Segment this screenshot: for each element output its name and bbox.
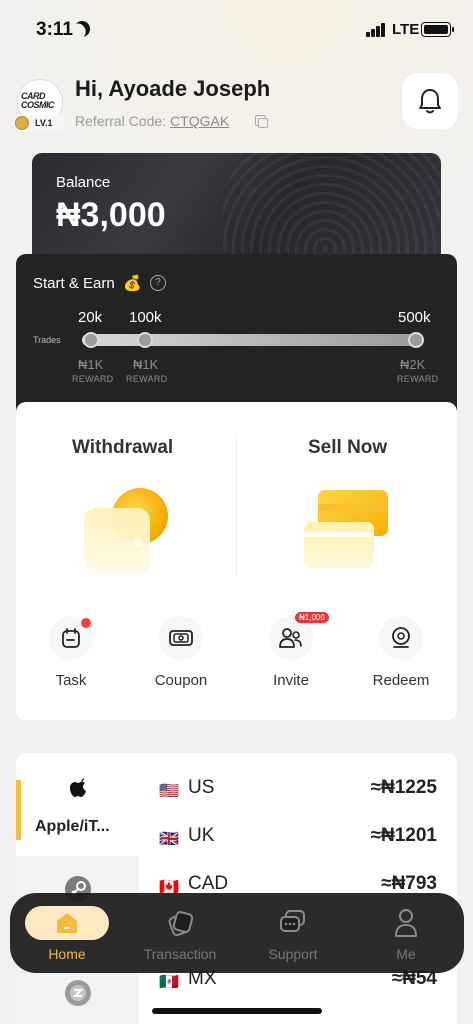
flag-ca-icon: 🇨🇦 [159,879,179,893]
gift-card-icon[interactable] [58,973,98,1013]
rates-card: Apple/iT... 🇺🇸 US ≈₦1225 🇬🇧 UK ≈₦1201 🇨🇦… [16,753,457,1024]
flag-mx-icon: 🇲🇽 [159,974,179,988]
level-text: LV.1 [35,118,53,128]
category-apple[interactable]: Apple/iT... [16,753,139,856]
rate-country: UK [188,825,215,846]
quick-link-coupon[interactable]: Coupon [141,616,221,689]
rate-row[interactable]: 🇺🇸 US ≈₦1225 [159,775,439,805]
avatar-logo: CARD COSMIC [21,91,55,110]
divider [236,434,237,576]
flag-us-icon: 🇺🇸 [159,783,179,797]
card-pattern [221,153,441,263]
rate-value: ≈₦1225 [370,777,437,798]
category-label: Apple/iT... [35,818,110,835]
trades-label: Trades [33,335,61,345]
nav-support[interactable]: Support [238,893,348,973]
home-icon [25,906,109,940]
gift-card-icon[interactable] [304,490,394,570]
balance-card[interactable]: Balance ₦3,000 [32,153,441,263]
rate-row[interactable]: 🇬🇧 UK ≈₦1201 [159,823,439,853]
help-icon[interactable]: ? [150,275,166,291]
referral-code[interactable]: CTQGAK [170,113,229,129]
milestone-dot [408,332,424,348]
referral-label: Referral Code: [75,113,167,129]
trades-progress-track [82,334,422,346]
quick-link-label: Coupon [154,672,208,689]
quick-link-redeem[interactable]: Redeem [361,616,441,689]
flag-uk-icon: 🇬🇧 [159,831,179,845]
battery-icon [421,22,454,37]
nav-label: Transaction [143,946,217,962]
quick-link-invite[interactable]: ₦1,000 Invite [251,612,331,689]
quick-link-label: Redeem [372,672,430,689]
bottom-nav: Home Transaction Support Me [10,893,464,973]
balance-label: Balance [56,174,111,191]
milestone-trades: 500k [398,309,431,326]
category-list: Apple/iT... [16,753,139,1024]
coupon-icon [159,616,203,660]
withdrawal-title[interactable]: Withdrawal [72,437,173,459]
milestone-trades: 20k [78,309,103,326]
milestone-dot [137,332,153,348]
notifications-button[interactable] [402,73,458,129]
active-marker [16,780,21,840]
money-bag-icon: 💰 [123,275,142,292]
nav-me[interactable]: Me [351,893,461,973]
signal-icon [366,23,386,37]
greeting: Hi, Ayoade Joseph [75,76,271,101]
quick-link-label: Invite [273,672,309,689]
quick-link-label: Task [55,672,87,689]
milestone-reward: ₦1K [133,357,159,372]
milestone-reward: ₦1K [78,357,104,372]
status-bar: 3:11 LTE [0,0,473,60]
rate-value: ≈₦793 [381,873,437,894]
wallet-icon[interactable] [82,488,172,576]
notification-dot [81,618,91,628]
invite-reward-badge: ₦1,000 [295,612,329,623]
sell-now-title[interactable]: Sell Now [308,437,387,459]
referral-info: Referral Code: CTQGAK [75,113,229,129]
network-label: LTE [392,21,420,38]
rate-value: ≈₦1201 [370,825,437,846]
support-icon [251,906,335,940]
apple-icon [58,768,98,808]
earn-title: Start & Earn [33,275,115,292]
nav-label: Support [268,946,318,962]
milestone-reward: ₦2K [400,357,426,372]
moon-icon [71,18,93,40]
nav-label: Me [396,946,416,962]
redeem-icon [379,616,423,660]
home-indicator [152,1008,322,1014]
nav-home[interactable]: Home [12,893,122,973]
level-badge: LV.1 [15,115,64,131]
milestone-reward-label: REWARD [397,374,439,384]
actions-card: Withdrawal Sell Now Task Coupon ₦1,000 I… [16,402,457,720]
medal-icon [15,116,29,130]
start-earn-card[interactable]: Start & Earn 💰 ? Trades 20k 100k 500k ₦1… [16,254,457,414]
invite-icon: ₦1,000 [269,612,329,660]
bell-icon [419,89,441,114]
milestone-reward-label: REWARD [126,374,168,384]
milestone-reward-label: REWARD [72,374,114,384]
status-time: 3:11 [36,19,73,40]
rate-country: US [188,777,215,798]
task-icon [49,616,93,660]
nav-label: Home [48,946,86,962]
milestone-dot [83,332,99,348]
nav-transaction[interactable]: Transaction [125,893,235,973]
rate-country: CAD [188,873,229,894]
copy-icon[interactable] [255,115,268,128]
quick-link-task[interactable]: Task [31,616,111,689]
profile-icon [364,906,448,940]
transaction-icon [138,906,222,940]
balance-value: ₦3,000 [56,196,166,234]
milestone-trades: 100k [129,309,162,326]
